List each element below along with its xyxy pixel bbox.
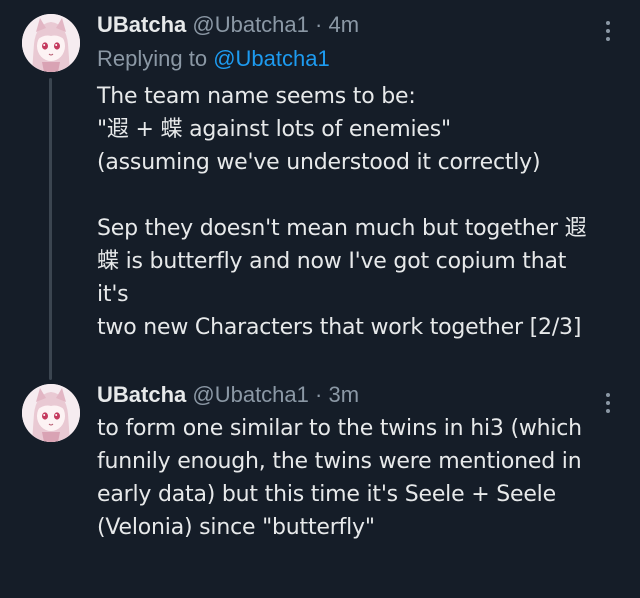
replying-mention[interactable]: @Ubatcha1 xyxy=(213,46,330,71)
replying-to: Replying to @Ubatcha1 xyxy=(97,44,596,74)
tweet[interactable]: UBatcha @Ubatcha1 · 3m to form one simil… xyxy=(0,370,640,598)
separator: · xyxy=(315,382,323,407)
avatar[interactable] xyxy=(22,14,80,72)
anime-avatar-icon xyxy=(22,384,80,442)
tweet-header: UBatcha @Ubatcha1 · 3m xyxy=(97,380,596,410)
tweet-text: Sep they doesn't mean much but together … xyxy=(97,216,587,340)
anime-avatar-icon xyxy=(22,14,80,72)
more-options-icon[interactable] xyxy=(598,388,618,418)
tweet-content: UBatcha @Ubatcha1 · 3m to form one simil… xyxy=(97,380,596,544)
user-handle[interactable]: @Ubatcha1 xyxy=(192,382,309,407)
timestamp[interactable]: 3m xyxy=(328,382,359,407)
display-name[interactable]: UBatcha xyxy=(97,12,186,37)
tweet-header: UBatcha @Ubatcha1 · 4m xyxy=(97,10,596,40)
thread-line xyxy=(49,78,52,380)
tweet[interactable]: UBatcha @Ubatcha1 · 4m Replying to @Ubat… xyxy=(0,0,640,380)
tweet-text: to form one similar to the twins in hi3 … xyxy=(97,416,582,540)
user-handle[interactable]: @Ubatcha1 xyxy=(192,12,309,37)
separator: · xyxy=(315,12,323,37)
avatar[interactable] xyxy=(22,384,80,442)
timestamp[interactable]: 4m xyxy=(328,12,359,37)
tweet-content: UBatcha @Ubatcha1 · 4m Replying to @Ubat… xyxy=(97,10,596,344)
display-name[interactable]: UBatcha xyxy=(97,382,186,407)
replying-prefix: Replying to xyxy=(97,46,208,71)
tweet-text: The team name seems to be: "遐 + 蝶 agains… xyxy=(97,84,541,175)
more-options-icon[interactable] xyxy=(598,16,618,46)
